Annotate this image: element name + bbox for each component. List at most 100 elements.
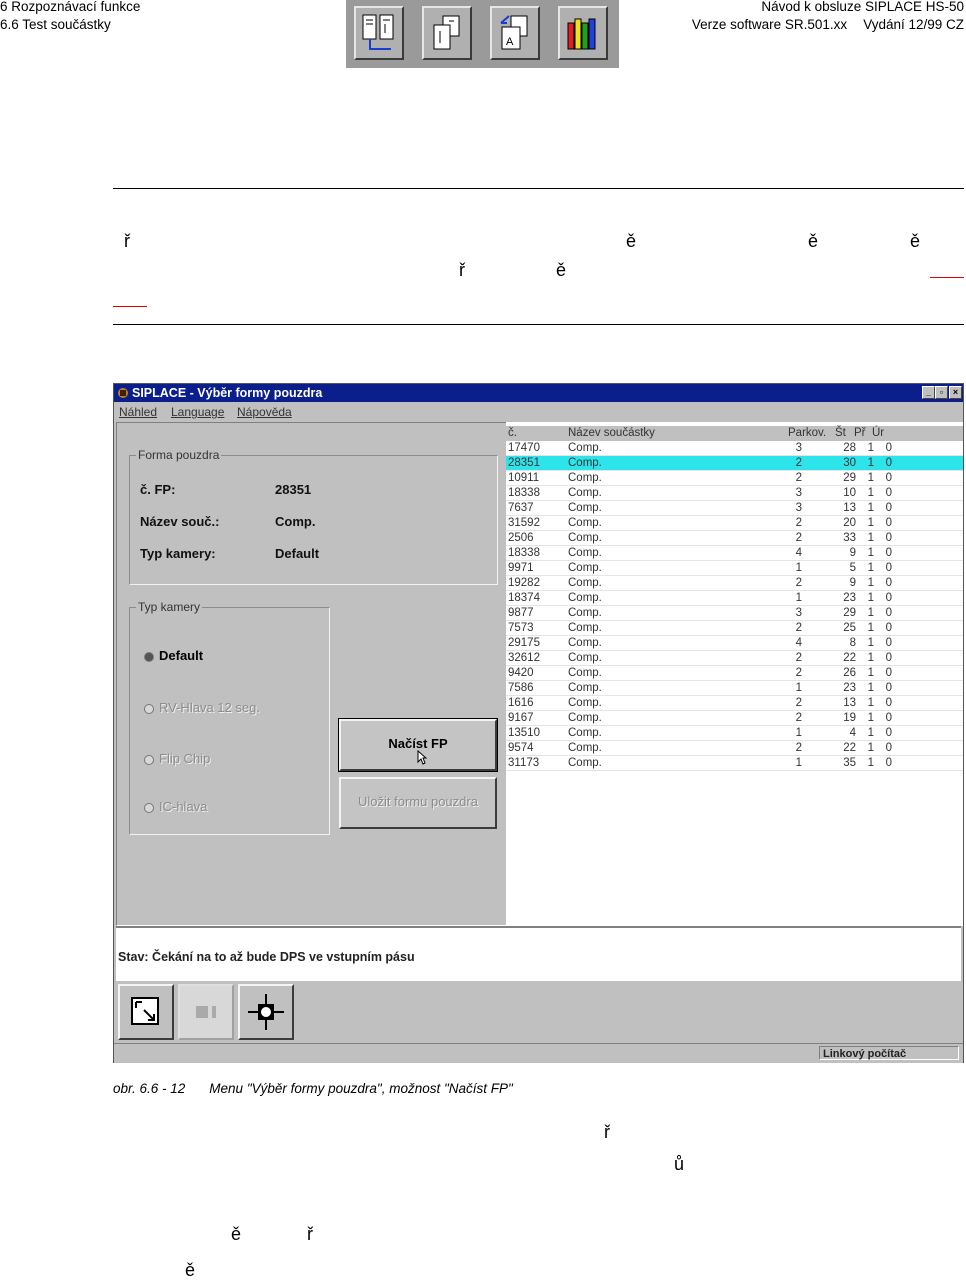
chapter-pages-icon[interactable] xyxy=(422,6,472,60)
fp-number-label: č. FP: xyxy=(140,482,176,497)
text-fragment: ě xyxy=(185,1260,196,1280)
cell-ur: 0 xyxy=(885,667,892,679)
table-of-contents-icon[interactable] xyxy=(354,6,404,60)
component-list[interactable]: č. Název součástky Parkov. Št Př Úr 1747… xyxy=(506,422,963,926)
cell-ur: 0 xyxy=(885,487,892,499)
table-row[interactable]: 31592 Comp. 2 20 1 0 xyxy=(506,516,963,531)
siplace-window: SIPLACE - Výběr formy pouzdra _ ▫ × Náhl… xyxy=(113,383,964,1063)
menu-napoveda[interactable]: Nápověda xyxy=(237,405,292,419)
table-row[interactable]: 18374 Comp. 1 23 1 0 xyxy=(506,591,963,606)
cell-ur: 0 xyxy=(885,757,892,769)
table-row[interactable]: 1616 Comp. 2 13 1 0 xyxy=(506,696,963,711)
cell-number: 7637 xyxy=(508,502,534,514)
table-row[interactable]: 9971 Comp. 1 5 1 0 xyxy=(506,561,963,576)
cross-reference-link[interactable] xyxy=(113,306,147,307)
table-row[interactable]: 9877 Comp. 3 29 1 0 xyxy=(506,606,963,621)
cell-parking: 1 xyxy=(795,682,802,694)
cell-number: 9971 xyxy=(508,562,534,574)
table-row[interactable]: 19282 Comp. 2 9 1 0 xyxy=(506,576,963,591)
table-row[interactable]: 7637 Comp. 3 13 1 0 xyxy=(506,501,963,516)
table-row[interactable]: 18338 Comp. 3 10 1 0 xyxy=(506,486,963,501)
cell-name: Comp. xyxy=(568,742,602,754)
table-row[interactable]: 29175 Comp. 4 8 1 0 xyxy=(506,636,963,651)
cell-parking: 2 xyxy=(795,652,802,664)
radio-flip-chip-label: Flip Chip xyxy=(159,751,211,766)
cell-number: 32612 xyxy=(508,652,540,664)
cell-number: 2506 xyxy=(508,532,534,544)
radio-default[interactable]: Default xyxy=(144,648,203,663)
cell-ur: 0 xyxy=(885,727,892,739)
form-group-label: Forma pouzdra xyxy=(136,448,222,462)
cell-ur: 0 xyxy=(885,547,892,559)
save-package-form-button[interactable]: Uložit formu pouzdra xyxy=(339,777,497,829)
cell-parking: 2 xyxy=(795,697,802,709)
text-fragment: ř xyxy=(604,1122,610,1142)
cell-parking: 2 xyxy=(795,472,802,484)
pointer-select-icon xyxy=(131,997,159,1025)
cell-parking: 1 xyxy=(795,727,802,739)
close-icon[interactable]: × xyxy=(949,386,962,399)
cell-name: Comp. xyxy=(568,697,602,709)
cell-number: 19282 xyxy=(508,577,540,589)
select-pointer-button[interactable] xyxy=(118,984,174,1040)
text-fragment: ě xyxy=(910,231,921,251)
fp-number-value: 28351 xyxy=(275,482,312,497)
cell-name: Comp. xyxy=(568,457,602,469)
cell-name: Comp. xyxy=(568,517,602,529)
table-row[interactable]: 31173 Comp. 1 35 1 0 xyxy=(506,756,963,771)
search-index-icon[interactable]: A xyxy=(490,6,540,60)
col-width[interactable]: Št xyxy=(835,427,846,439)
table-row[interactable]: 7586 Comp. 1 23 1 0 xyxy=(506,681,963,696)
cell-ur: 0 xyxy=(885,712,892,724)
maximize-icon[interactable]: ▫ xyxy=(935,386,948,399)
cell-ur: 0 xyxy=(885,592,892,604)
cell-number: 9877 xyxy=(508,607,534,619)
col-component-name[interactable]: Název součástky xyxy=(568,427,655,439)
camera-type-value: Default xyxy=(275,546,320,561)
figure-caption: obr. 6.6 - 12 Menu "Výběr formy pouzdra",… xyxy=(113,1081,513,1096)
radio-flip-chip[interactable]: Flip Chip xyxy=(144,751,210,766)
radio-icon xyxy=(144,703,154,714)
cell-parking: 3 xyxy=(795,487,802,499)
table-row[interactable]: 9574 Comp. 2 22 1 0 xyxy=(506,741,963,756)
table-row[interactable]: 10911 Comp. 2 29 1 0 xyxy=(506,471,963,486)
section-title: 6.6 Test součástky xyxy=(0,17,111,32)
cell-parking: 4 xyxy=(795,637,802,649)
table-row[interactable]: 9167 Comp. 2 19 1 0 xyxy=(506,711,963,726)
menubar: Náhled Language Nápověda xyxy=(114,402,963,422)
radio-rv-head[interactable]: RV-Hlava 12 seg. xyxy=(144,700,260,715)
table-row[interactable]: 13510 Comp. 1 4 1 0 xyxy=(506,726,963,741)
col-number[interactable]: č. xyxy=(508,427,517,439)
radio-rv-head-label: RV-Hlava 12 seg. xyxy=(159,700,260,715)
component-view-button[interactable] xyxy=(178,984,234,1040)
col-parking[interactable]: Parkov. xyxy=(788,427,826,439)
table-row[interactable]: 32612 Comp. 2 22 1 0 xyxy=(506,651,963,666)
table-row[interactable]: 28351 Comp. 2 30 1 0 xyxy=(506,456,963,471)
table-row[interactable]: 17470 Comp. 3 28 1 0 xyxy=(506,441,963,456)
component-name-value: Comp. xyxy=(275,514,316,529)
table-row[interactable]: 9420 Comp. 2 26 1 0 xyxy=(506,666,963,681)
menu-language[interactable]: Language xyxy=(171,405,224,419)
cell-number: 7573 xyxy=(508,622,534,634)
menu-nahled[interactable]: Náhled xyxy=(119,405,157,419)
table-row[interactable]: 7573 Comp. 2 25 1 0 xyxy=(506,621,963,636)
cell-number: 18374 xyxy=(508,592,540,604)
cell-ur: 0 xyxy=(885,742,892,754)
books-library-icon[interactable] xyxy=(558,6,608,60)
cell-name: Comp. xyxy=(568,592,602,604)
col-pr[interactable]: Př xyxy=(854,427,866,439)
cell-name: Comp. xyxy=(568,637,602,649)
table-row[interactable]: 18338 Comp. 4 9 1 0 xyxy=(506,546,963,561)
form-group: Forma pouzdra č. FP: 28351 Název souč.: … xyxy=(129,448,498,585)
table-row[interactable]: 2506 Comp. 2 33 1 0 xyxy=(506,531,963,546)
cross-reference-link[interactable] xyxy=(930,277,964,278)
cell-parking: 2 xyxy=(795,622,802,634)
cell-parking: 3 xyxy=(795,442,802,454)
col-ur[interactable]: Úr xyxy=(872,427,884,439)
minimize-icon[interactable]: _ xyxy=(922,386,935,399)
radio-ic-head[interactable]: IC-hlava xyxy=(144,799,207,814)
radio-default-label: Default xyxy=(159,648,204,663)
text-fragment: ř xyxy=(459,260,465,280)
crosshair-button[interactable] xyxy=(238,984,294,1040)
version-edition: Verze software SR.501.xx Vydání 12/99 CZ xyxy=(692,16,964,34)
